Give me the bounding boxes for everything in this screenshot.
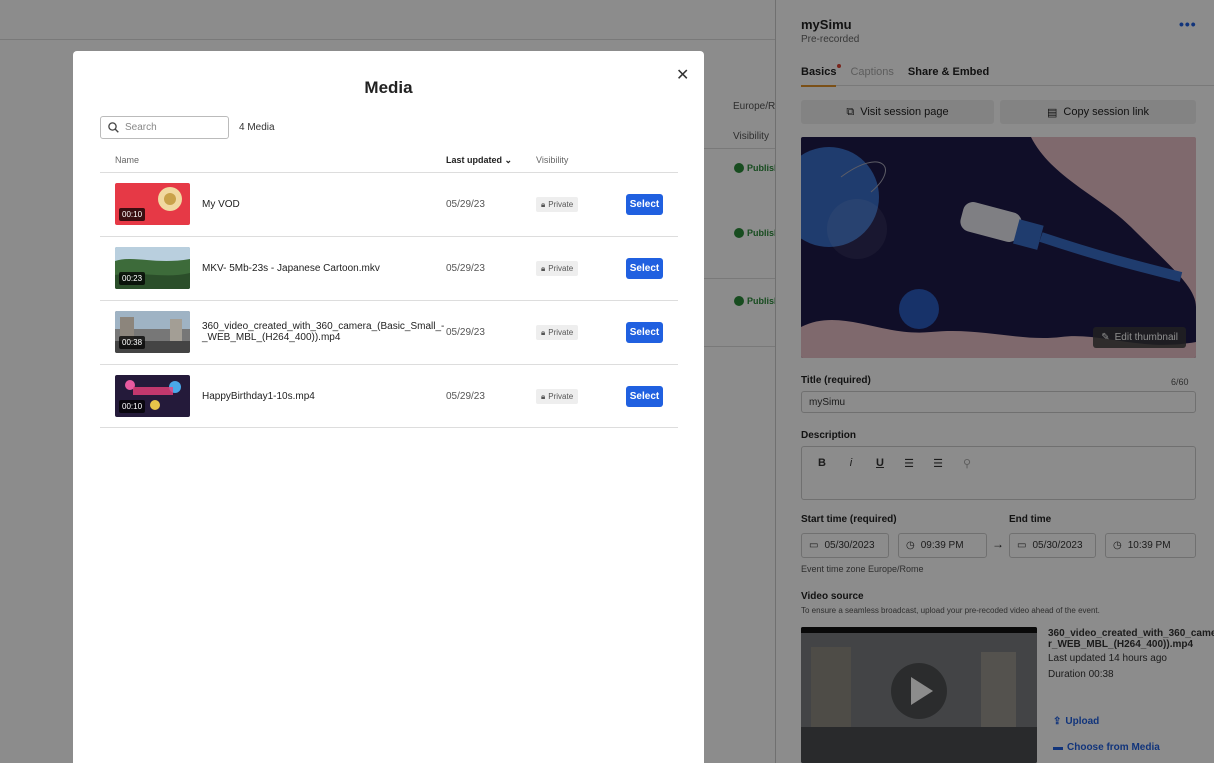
close-icon[interactable]: ✕ — [676, 65, 689, 85]
media-date: 05/29/23 — [446, 199, 485, 210]
select-button[interactable]: Select — [626, 258, 663, 279]
visibility-badge: 🔒︎ Private — [536, 389, 579, 404]
media-thumbnail: 00:10 — [115, 375, 190, 417]
media-name: My VOD — [202, 199, 240, 210]
media-date: 05/29/23 — [446, 327, 485, 338]
media-thumbnail: 00:23 — [115, 247, 190, 289]
lock-icon: 🔒︎ — [541, 327, 546, 337]
media-count: 4 Media — [239, 122, 275, 133]
badge-text: Private — [548, 328, 574, 337]
search-input[interactable] — [125, 122, 215, 133]
lock-icon: 🔒︎ — [541, 391, 546, 401]
select-button[interactable]: Select — [626, 322, 663, 343]
lock-icon: 🔒︎ — [541, 263, 546, 273]
media-name: 360_video_created_with_360_camera_(Basic… — [202, 321, 445, 343]
media-row: 00:10 HappyBirthday1-10s.mp4 05/29/23 🔒︎… — [100, 364, 678, 428]
visibility-badge: 🔒︎ Private — [536, 197, 579, 212]
column-header-last-updated[interactable]: Last updated ⌄ — [446, 155, 512, 166]
search-box[interactable] — [100, 116, 229, 139]
select-button[interactable]: Select — [626, 386, 663, 407]
duration-badge: 00:23 — [119, 272, 146, 285]
media-modal: Media ✕ 4 Media Name Last updated ⌄ Visi… — [73, 51, 704, 763]
visibility-badge: 🔒︎ Private — [536, 261, 579, 276]
column-header-visibility: Visibility — [536, 155, 569, 165]
duration-badge: 00:38 — [119, 336, 146, 349]
badge-text: Private — [548, 392, 574, 401]
badge-text: Private — [548, 200, 574, 209]
media-row: 00:38 360_video_created_with_360_camera_… — [100, 300, 678, 364]
select-button[interactable]: Select — [626, 194, 663, 215]
duration-badge: 00:10 — [119, 400, 146, 413]
media-date: 05/29/23 — [446, 263, 485, 274]
header-label: Last updated — [446, 155, 503, 165]
media-thumbnail: 00:38 — [115, 311, 190, 353]
duration-badge: 00:10 — [119, 208, 146, 221]
chevron-down-icon: ⌄ — [504, 155, 513, 165]
column-header-name: Name — [115, 155, 140, 165]
media-row: 00:10 My VOD 05/29/23 🔒︎ Private Select — [100, 172, 678, 236]
search-icon — [108, 122, 119, 133]
badge-text: Private — [548, 264, 574, 273]
lock-icon: 🔒︎ — [541, 199, 546, 209]
media-row: 00:23 MKV- 5Mb-23s - Japanese Cartoon.mk… — [100, 236, 678, 300]
media-name: HappyBirthday1-10s.mp4 — [202, 391, 315, 402]
visibility-badge: 🔒︎ Private — [536, 325, 579, 340]
media-date: 05/29/23 — [446, 391, 485, 402]
modal-title: Media — [364, 78, 413, 97]
media-name: MKV- 5Mb-23s - Japanese Cartoon.mkv — [202, 263, 380, 274]
media-thumbnail: 00:10 — [115, 183, 190, 225]
